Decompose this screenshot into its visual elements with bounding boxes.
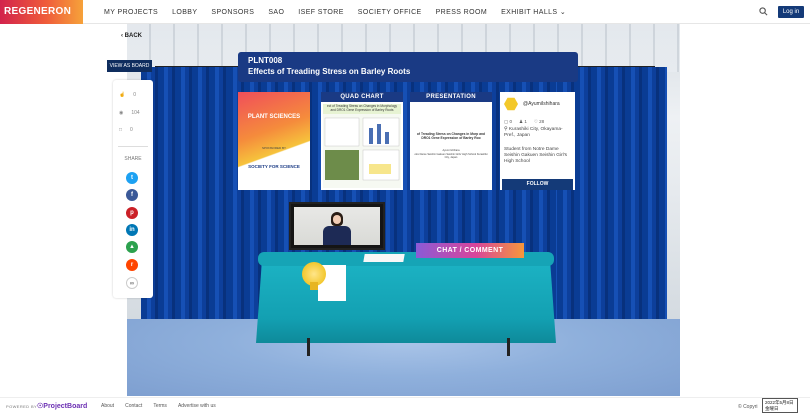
ribbon-tail — [310, 282, 318, 290]
table-leg-left — [307, 338, 310, 356]
projectboard-logo[interactable]: ☉ProjectBoard — [37, 402, 87, 410]
projects-count: ▢ 0 — [504, 119, 513, 124]
award-ribbon-icon — [302, 262, 326, 290]
nav-exhibit-halls[interactable]: EXHIBIT HALLS ⌄ — [501, 8, 566, 16]
nav-my-projects[interactable]: MY PROJECTS — [104, 9, 158, 16]
table-leg-right — [507, 338, 510, 356]
presentation-panel[interactable]: PRESENTATION of Treading Stress on Chang… — [410, 92, 492, 190]
author-school: otre Dame Seishin Gakuen Seishin Girls' … — [414, 152, 488, 160]
presenter-video — [294, 207, 380, 245]
save-count: 0 — [130, 127, 133, 133]
views-row: ◉ 104 — [119, 110, 140, 116]
save-row[interactable]: □ 0 — [119, 127, 133, 133]
nav-lobby[interactable]: LOBBY — [172, 9, 197, 16]
table-notepad — [363, 254, 405, 262]
projectboard-name: ProjectBoard — [43, 403, 88, 410]
presentation-author: Ayumi Ishihara otre Dame Seishin Gakuen … — [412, 149, 490, 160]
student-description: Student from Notre Dame Seishin Gakuen S… — [504, 147, 568, 164]
like-row[interactable]: ☝ 0 — [119, 92, 136, 98]
footer-advertise-link[interactable]: Advertise with us — [178, 403, 216, 409]
video-monitor[interactable] — [289, 202, 385, 250]
footer: POWERED BY ☉ProjectBoard About Contact T… — [0, 397, 810, 415]
chevron-down-icon: ⌄ — [559, 9, 567, 16]
thumbs-up-icon: ☝ — [119, 92, 126, 98]
main-nav: MY PROJECTS LOBBY SPONSORS SAO ISEF STOR… — [104, 0, 566, 24]
nav-exhibit-halls-label: EXHIBIT HALLS — [501, 9, 558, 16]
date-tooltip: 2022年5月8日 金曜日 — [762, 398, 798, 413]
copy-link-icon[interactable]: ∞ — [126, 277, 138, 289]
likes-count-value: 28 — [539, 119, 545, 124]
powered-by-label: POWERED BY — [6, 404, 38, 409]
nav-isef-store[interactable]: ISEF STORE — [298, 9, 344, 16]
back-label: BACK — [124, 33, 143, 39]
nav-press-room[interactable]: PRESS ROOM — [436, 9, 487, 16]
project-code: PLNT008 — [248, 56, 283, 65]
student-location: ⚲ Kurashiki City, Okayama-Pref., Japan — [504, 127, 570, 139]
bio-stats: ▢ 0 ♟ 1 ♡ 28 — [504, 119, 544, 125]
regeneron-isef-logo[interactable]: REGENERON ISEF — [0, 0, 83, 41]
presentation-title: of Treading Stress on Changes in Morp an… — [416, 132, 486, 141]
nav-sao[interactable]: SAO — [268, 9, 284, 16]
location-pin-icon: ⚲ — [504, 127, 508, 132]
nav-sponsors[interactable]: SPONSORS — [211, 9, 254, 16]
quad-chart-title: ect of Treading Stress on Changes in Mor… — [323, 104, 401, 114]
student-handle[interactable]: @AyumiIshihara — [523, 101, 560, 107]
sponsored-by-label: SPONSORED BY — [261, 146, 286, 150]
booth-table-cloth — [256, 260, 556, 343]
linkedin-icon[interactable]: in — [126, 224, 138, 236]
bookmark-icon: □ — [119, 127, 123, 133]
quad-chart-graphics — [324, 117, 400, 180]
view-as-board-button[interactable]: VIEW AS BOARD — [107, 60, 152, 72]
presentation-heading: PRESENTATION — [410, 92, 492, 102]
views-count: 104 — [131, 110, 140, 116]
project-header: PLNT008 Effects of Treading Stress on Ba… — [238, 52, 578, 82]
footer-about-link[interactable]: About — [101, 403, 114, 409]
presenter-body — [323, 226, 351, 245]
plant-sciences-panel[interactable]: PLANT SCIENCES SPONSORED BY SOCIETY FOR … — [238, 92, 310, 190]
footer-links: About Contact Terms Advertise with us — [101, 403, 216, 409]
quad-chart-panel[interactable]: QUAD CHART ect of Treading Stress on Cha… — [321, 92, 403, 190]
sidebar-divider — [118, 146, 148, 147]
search-icon[interactable] — [759, 7, 768, 16]
followers-count-value: 1 — [524, 119, 527, 124]
social-sidebar: ☝ 0 ◉ 104 □ 0 SHARE t f p in ▲ r ∞ — [113, 80, 153, 298]
footer-contact-link[interactable]: Contact — [125, 403, 142, 409]
followers-count: ♟ 1 — [519, 119, 527, 124]
share-label: SHARE — [124, 156, 142, 162]
pinterest-icon[interactable]: p — [126, 207, 138, 219]
top-navbar: REGENERON ISEF MY PROJECTS LOBBY SPONSOR… — [0, 0, 810, 41]
category-title: PLANT SCIENCES — [247, 114, 301, 120]
projects-count-value: 0 — [509, 119, 513, 124]
presenter-face — [333, 215, 341, 224]
quad-chart-thumbnail: ect of Treading Stress on Changes in Mor… — [323, 104, 401, 188]
nav-society-office[interactable]: SOCIETY OFFICE — [358, 9, 422, 16]
eye-icon: ◉ — [119, 110, 124, 116]
project-title: Effects of Treading Stress on Barley Roo… — [248, 67, 411, 76]
facebook-icon[interactable]: f — [126, 189, 138, 201]
avatar[interactable] — [504, 97, 518, 111]
back-link[interactable]: ‹ BACK — [121, 33, 142, 39]
sponsor-logo: SOCIETY FOR SCIENCE — [248, 164, 300, 169]
reddit-icon[interactable]: r — [126, 259, 138, 271]
quad-chart-heading: QUAD CHART — [321, 92, 403, 102]
twitter-icon[interactable]: t — [126, 172, 138, 184]
student-bio-card: @AyumiIshihara ▢ 0 ♟ 1 ♡ 28 ⚲ Kurashiki … — [500, 92, 575, 190]
google-classroom-icon[interactable]: ▲ — [126, 241, 138, 253]
like-count: 0 — [133, 92, 137, 98]
chat-comment-button[interactable]: CHAT / COMMENT — [416, 243, 524, 258]
follow-button[interactable]: FOLLOW — [502, 179, 573, 190]
likes-count: ♡ 28 — [533, 119, 545, 124]
login-button[interactable]: Log in — [778, 6, 804, 18]
copyright-text: © Copyri — [738, 404, 758, 410]
location-text: Kurashiki City, Okayama-Pref., Japan — [504, 127, 563, 138]
footer-terms-link[interactable]: Terms — [153, 403, 167, 409]
